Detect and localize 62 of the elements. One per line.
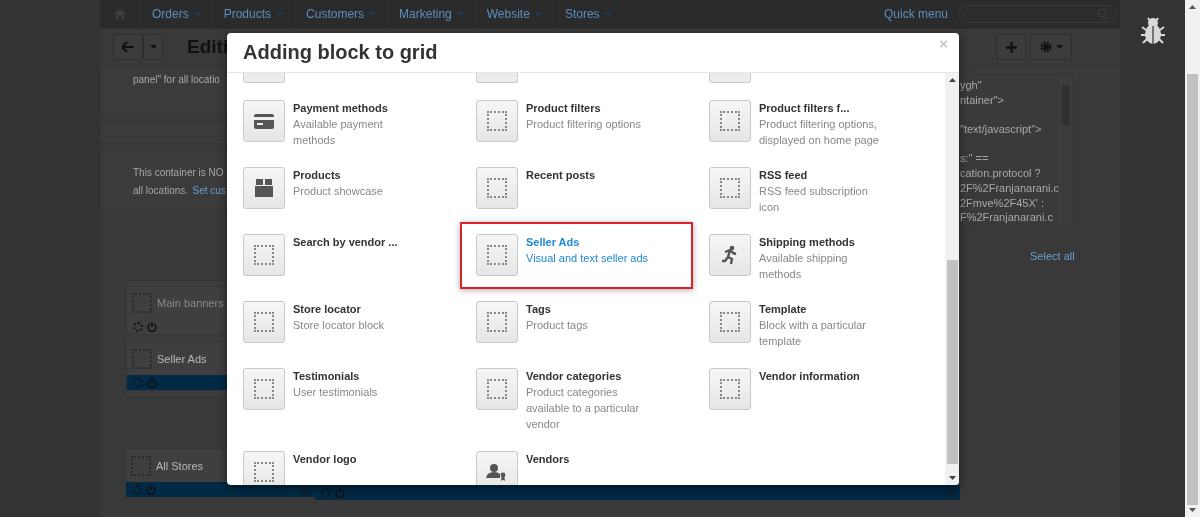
block-option[interactable]: Vendor information [693, 356, 926, 439]
block-title: Vendor categories [526, 369, 623, 384]
block-option[interactable]: Shipping methods Available shipping methods [693, 222, 926, 289]
code-line: 2F%2Franjanarani.c [960, 181, 1060, 194]
block-title: Shipping methods [759, 235, 856, 250]
code-line: "text/javascript"> [960, 123, 1042, 136]
block-name: All Stores [156, 460, 204, 472]
block-description: Product showcase [293, 184, 384, 199]
nav-menu-item[interactable]: Customers [294, 0, 388, 28]
block-option[interactable]: Search by vendor ... [227, 222, 460, 289]
code-line: F%2Franjanarani.c [960, 211, 1053, 224]
nav-menu-item[interactable]: Products [211, 0, 295, 28]
code-line: ygh" [960, 79, 982, 91]
block-title: Search by vendor ... [293, 235, 399, 250]
block-option[interactable]: Seller Ads Visual and text seller ads [460, 222, 693, 289]
nav-menu-item[interactable]: Marketing [387, 0, 475, 28]
block-option[interactable]: Product filters f... Product filtering options, displayed on home page [693, 88, 926, 155]
nav-menu-item[interactable]: Orders [140, 0, 212, 28]
block-option[interactable]: Payment methods Available payment methods [227, 88, 460, 155]
code-line: ntainer"> [960, 93, 1004, 106]
block-option[interactable]: Tags Product tags [460, 289, 693, 356]
nav-menu-item[interactable]: Website [474, 0, 553, 28]
block-option[interactable]: Vendors [460, 439, 693, 485]
block-description: Visual and text seller ads [526, 251, 650, 266]
block-title: Recent posts [526, 168, 597, 183]
quick-menu-link[interactable]: Quick menu [883, 7, 948, 21]
dialog-title: Adding block to grid [243, 41, 438, 64]
block-description: Product filtering options [526, 117, 642, 132]
block-title: RSS feed [759, 168, 809, 183]
block-name: Seller Ads [157, 353, 207, 365]
block-title: Product filters [526, 101, 602, 116]
block-name: Main banners [157, 297, 224, 309]
nav-menu-item[interactable]: Stores [552, 0, 623, 28]
block-title: Vendor information [759, 369, 861, 384]
block-option[interactable]: Product filters Product filtering options [460, 88, 693, 155]
block-description: Available payment methods [293, 117, 384, 148]
set-custom-link[interactable]: Set cus [192, 185, 226, 196]
block-title: Product filters f... [759, 101, 851, 116]
block-option[interactable]: Vendor categories Product categories available to a particular vendor [460, 356, 693, 439]
block-title: Payment methods [293, 101, 389, 116]
block-option[interactable]: Recent posts [460, 155, 693, 222]
block-description: Block with a particular template [759, 318, 867, 349]
block-option[interactable]: Template Block with a particular template [693, 289, 926, 356]
block-description: Product tags [526, 318, 589, 333]
code-line: s:" == [960, 152, 989, 165]
select-all-link[interactable]: Select all [1030, 250, 1120, 262]
block-title: Products [293, 168, 342, 183]
block-title: Template [759, 302, 808, 317]
block-description: Product filtering options, displayed on home page [759, 117, 880, 148]
block-title: Seller Ads [526, 235, 581, 250]
code-line: 2Fmve%2F45X' : [960, 196, 1045, 209]
block-description: Available shipping methods [759, 251, 849, 282]
block-description: RSS feed subscription icon [759, 184, 869, 215]
block-option[interactable]: Products Product showcase [227, 155, 460, 222]
panel-text: panel" for all locatio [133, 74, 220, 85]
container-text: all locations. [133, 185, 189, 196]
code-line: cation.protocol ? [960, 167, 1041, 180]
block-description: Product categories available to a particular vendor [526, 385, 641, 432]
code-textarea[interactable]: ygh" ntainer"> "text/javascript"> s:" == cation.protocol ? 2F%2Franjanarani.c 2Fmve%2F45X' : F%2Franjanarani.c [960, 74, 1073, 226]
block-title: Vendors [526, 452, 571, 467]
block-option[interactable]: RSS feed RSS feed subscription icon [693, 155, 926, 222]
block-title: Tags [526, 302, 552, 317]
